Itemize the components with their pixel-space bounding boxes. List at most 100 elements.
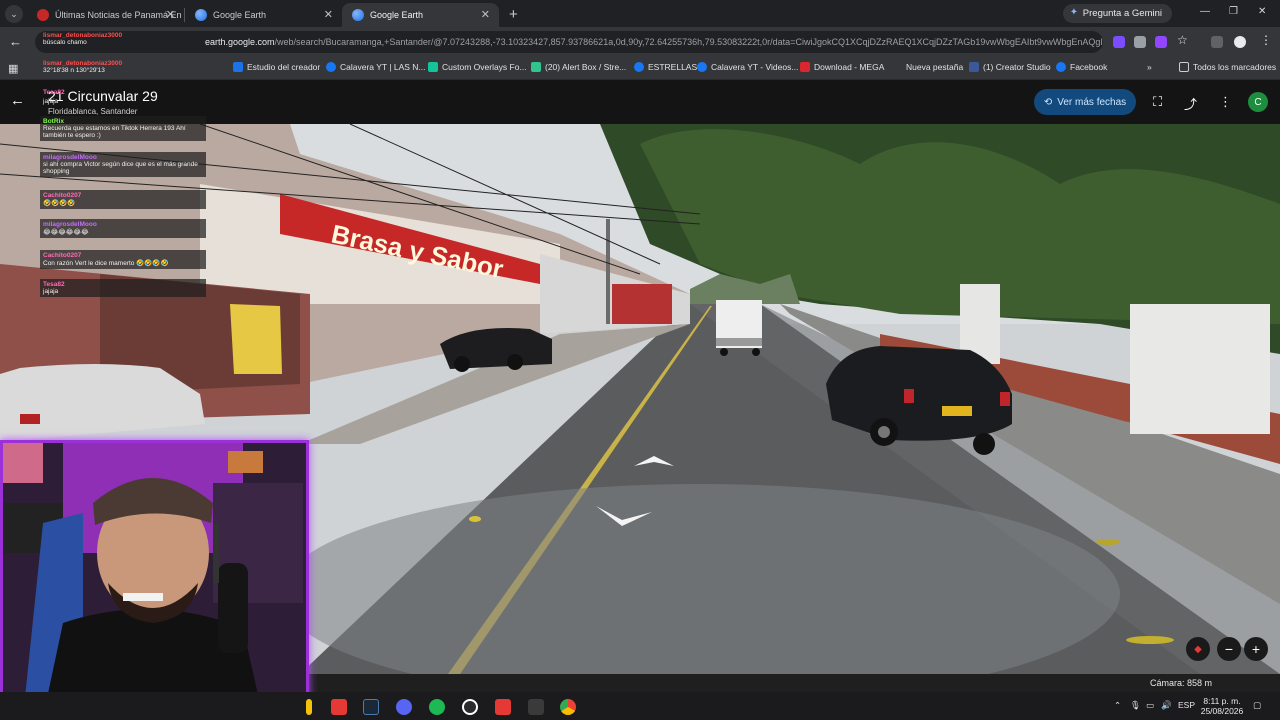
camera-altitude: Cámara: 858 m [1150,678,1213,688]
apps-grid-icon[interactable] [528,699,544,715]
chevron-up-icon[interactable]: ⌃ [1114,700,1121,711]
zoom-out-button[interactable]: − [1217,637,1241,661]
gemini-sparkle-icon: ✦ [1069,7,1079,18]
minimize-icon[interactable]: — [1200,6,1210,17]
volume-icon[interactable]: 🔊 [1161,700,1172,711]
close-icon[interactable]: ✕ [481,8,490,21]
tab-2[interactable]: Google Earth ✕ [185,3,342,27]
gemini-button[interactable]: ✦ Pregunta a Gemini [1062,4,1172,23]
back-arrow-icon[interactable]: ← [9,34,22,49]
location-subtitle: Floridablanca, Santander [48,107,138,116]
twitch-extension-icon[interactable] [1155,36,1167,48]
windows-taskbar [0,692,1280,720]
gemini-label: Pregunta a Gemini [1082,8,1162,19]
chat-text: jajaja [43,288,59,295]
chat-username: lismar_detonaboniaz3000 [43,32,123,39]
bookmark-item[interactable]: Calavera YT | LAS N... [326,62,426,72]
compass-icon[interactable]: ◆ [1186,637,1210,661]
spotify-icon[interactable] [429,699,445,715]
forward-arrow-icon[interactable] [630,452,678,474]
facebook-icon [1056,62,1066,72]
chat-username: milagrosdelMooo [43,221,97,228]
folder-icon [1179,62,1189,72]
reading-list-icon[interactable] [1211,36,1223,48]
system-clock[interactable]: 8:11 p. m. 25/08/2026 [1196,696,1248,716]
more-dates-label: Ver más fechas [1057,96,1127,108]
chat-message: Cachito0207 Con razón Vert le dice mamer… [40,250,206,269]
window-close-icon[interactable]: ✕ [1258,6,1266,17]
bookmark-item[interactable]: Calavera YT - Videos... [697,62,798,72]
chat-text: Con razón Vert le dice mamerto 🤣🤣🤣🤣 [43,260,169,267]
tab-1[interactable]: Últimas Noticias de Panamá En ✕ [27,3,184,27]
creator-studio-icon [969,62,979,72]
screenshot-icon[interactable]: ⛶ [1153,94,1162,110]
bookmark-item[interactable]: Estudio del creador [233,62,320,72]
chat-username: Cachito0207 [43,252,82,259]
share-icon[interactable]: ⤴ [1184,94,1197,113]
bookmark-item[interactable]: Download - MEGA [800,62,884,72]
zoom-in-button[interactable]: + [1244,637,1268,661]
app-icon[interactable] [495,699,511,715]
bookmark-star-icon[interactable]: ☆ [1177,33,1188,47]
chat-text: jajaja [43,98,59,105]
chat-message: Cachito0207 🤣🤣🤣🤣 [40,190,206,209]
backward-arrow-icon[interactable] [592,500,656,526]
chat-text: Recuerda que estamos en Tiktok Herrera 1… [43,125,186,139]
close-icon[interactable]: ✕ [324,8,333,21]
tab-title: Google Earth [370,10,424,20]
close-icon[interactable]: ✕ [166,8,175,21]
tab-strip: ⌄ Últimas Noticias de Panamá En ✕ Google… [0,0,1280,27]
bookmark-item[interactable]: Facebook [1056,62,1107,72]
bookmarks-overflow-button[interactable]: » [1147,62,1152,72]
bookmark-favicon-icon [233,62,243,72]
user-avatar[interactable]: C [1248,92,1268,112]
notification-icon[interactable]: ▢ [1253,700,1261,711]
steam-icon[interactable] [363,699,379,715]
bookmark-item[interactable]: (20) Alert Box / Stre... [531,62,626,72]
tab-search-button[interactable]: ⌄ [5,5,23,23]
obs-icon[interactable] [462,699,478,715]
chat-message: Tesa82 [40,87,80,98]
bookmark-item[interactable]: ESTRELLAS [634,62,697,72]
bookmark-item[interactable]: Custom Overlays Fo... [428,62,527,72]
menu-kebab-icon[interactable]: ⋮ [1260,33,1272,47]
chevron-down-icon: ⌄ [10,8,18,19]
network-icon[interactable]: ▭ [1146,700,1154,711]
bookmark-item[interactable]: (1) Creator Studio [969,62,1051,72]
chat-message: milagrosdelMooo si ahí compra Victor seg… [40,152,206,177]
chat-message: milagrosdelMooo 😂😂😂😂😂😂 [40,219,206,238]
extension-icon[interactable] [1113,36,1125,48]
more-options-icon[interactable]: ⋮ [1219,94,1232,110]
app-icon[interactable] [331,699,347,715]
tab-title: Google Earth [213,10,267,20]
bookmark-label: (1) Creator Studio [983,62,1051,72]
all-bookmarks-folder[interactable]: Todos los marcadores [1179,62,1276,72]
apps-grid-icon[interactable]: ▦ [8,62,18,75]
discord-icon[interactable] [396,699,412,715]
tab-3-active[interactable]: Google Earth ✕ [342,3,499,27]
bookmark-label: Facebook [1070,62,1108,72]
back-arrow-icon[interactable]: ← [10,92,25,109]
streamlabs-icon [531,62,541,72]
chat-username: Tesa82 [43,89,65,96]
new-tab-button[interactable]: + [509,6,518,23]
chat-message: BotRix Recuerda que estamos en Tiktok He… [40,116,206,141]
bookmark-label: Calavera YT - Videos... [711,62,799,72]
url-path: /web/search/Bucaramanga,+Santander/@7.07… [274,37,1103,47]
facebook-icon [697,62,707,72]
chat-message: lismar_detonaboniaz3000 32°18'38 n 130°2… [40,58,206,76]
screen: ⌄ Últimas Noticias de Panamá En ✕ Google… [0,0,1280,720]
language-indicator[interactable]: ESP [1178,700,1195,710]
file-explorer-icon[interactable] [306,699,312,715]
facebook-icon [326,62,336,72]
more-dates-button[interactable]: ⟲ Ver más fechas [1034,89,1136,115]
translate-icon[interactable] [1134,36,1146,48]
chat-text: 32°18'38 n 130°29'13 [43,67,105,74]
restore-icon[interactable]: ❐ [1229,6,1238,17]
bookmark-item[interactable]: Nueva pestaña [892,62,963,72]
chat-username: Cachito0207 [43,192,82,199]
chrome-icon[interactable] [560,699,576,715]
bookmark-label: Nueva pestaña [906,62,964,72]
microphone-icon[interactable]: 🎙 [1130,700,1141,711]
profile-avatar[interactable] [1234,36,1246,48]
